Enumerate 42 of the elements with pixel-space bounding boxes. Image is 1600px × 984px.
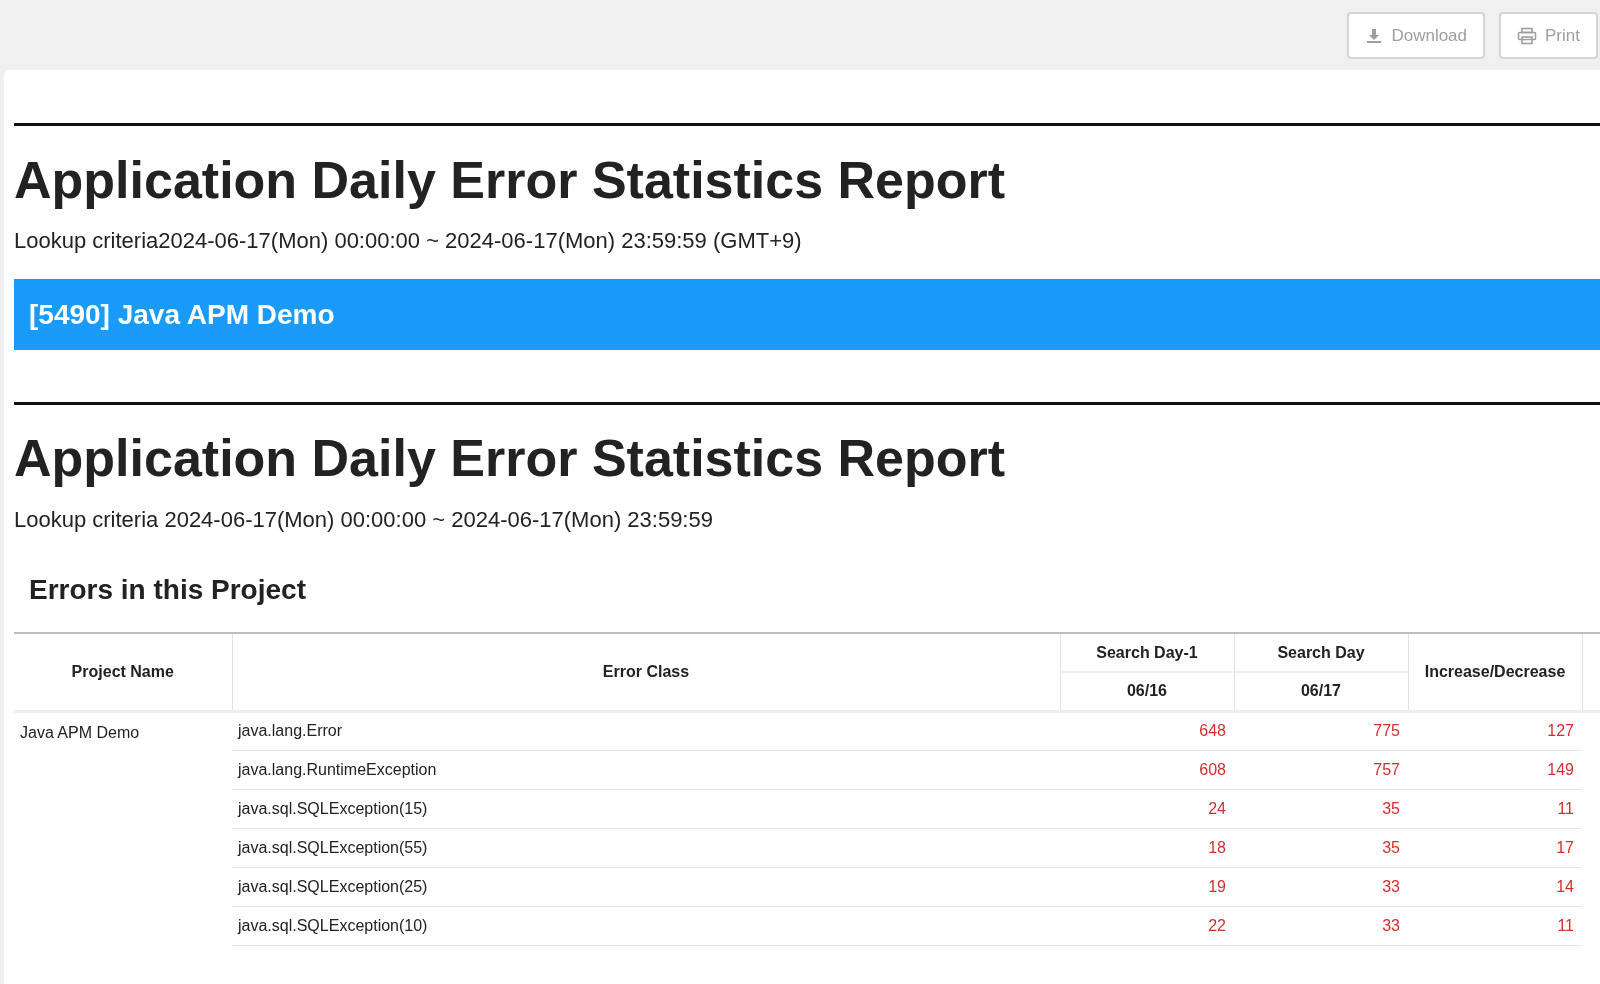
table-cell: 757 [1234, 750, 1408, 789]
column-header: Search Day [1234, 633, 1408, 672]
section-title: Errors in this Project [29, 573, 307, 607]
table-cell: 608 [1060, 750, 1234, 789]
column-header: 06/17 [1234, 672, 1408, 711]
column-header: Project Name [14, 633, 232, 711]
table-cell: 17 [1408, 828, 1582, 867]
lookup-criteria: Lookup criteria2024-06-17(Mon) 00:00:00 ~ 2024-06-17(Mon) 23:59:59 (GMT+9) [14, 227, 803, 255]
table-cell: 14 [1408, 867, 1582, 906]
table-cell: java.sql.SQLException(10) [232, 906, 1060, 945]
table-cell-text: Java APM Demo [19, 722, 141, 743]
table-cell: 22 [1060, 906, 1234, 945]
table-cell: 24 [1060, 789, 1234, 828]
column-header: Search Day-1 [1060, 633, 1234, 672]
table-cell: 775 [1234, 711, 1408, 750]
column-header: Error Class [232, 633, 1060, 711]
table-cell: 19 [1060, 867, 1234, 906]
table-cell: java.sql.SQLException(25) [232, 867, 1060, 906]
table-cell: 11 [1408, 789, 1582, 828]
table-cell: 33 [1234, 867, 1408, 906]
lookup-criteria: Lookup criteria 2024-06-17(Mon) 00:00:00 ~ 2024-06-17(Mon) 23:59:59 [14, 506, 714, 534]
project-banner: [5490] Java APM Demo [14, 279, 1600, 350]
report-title: Application Daily Error Statistics Report [14, 150, 1007, 210]
table-cell: 33 [1234, 906, 1408, 945]
column-header: 06/16 [1060, 672, 1234, 711]
printer-icon [1517, 26, 1538, 45]
table-cell: 648 [1060, 711, 1234, 750]
table-cell: 35 [1234, 828, 1408, 867]
report-title: Application Daily Error Statistics Report [14, 428, 1007, 488]
table-cell: 11 [1408, 906, 1582, 945]
table-cell: java.lang.RuntimeException [232, 750, 1060, 789]
column-header: Increase/Decrease [1408, 633, 1582, 711]
download-button[interactable]: Download [1347, 12, 1486, 59]
table-cell: 127 [1408, 711, 1582, 750]
table-cell: 149 [1408, 750, 1582, 789]
table-cell: java.sql.SQLException(55) [232, 828, 1060, 867]
table-cell: java.lang.Error [232, 711, 1060, 750]
table-cell: java.sql.SQLException(15) [232, 789, 1060, 828]
table-cell: 35 [1234, 789, 1408, 828]
download-icon [1365, 26, 1384, 45]
print-button[interactable]: Print [1499, 12, 1598, 59]
table-cell: 18 [1060, 828, 1234, 867]
